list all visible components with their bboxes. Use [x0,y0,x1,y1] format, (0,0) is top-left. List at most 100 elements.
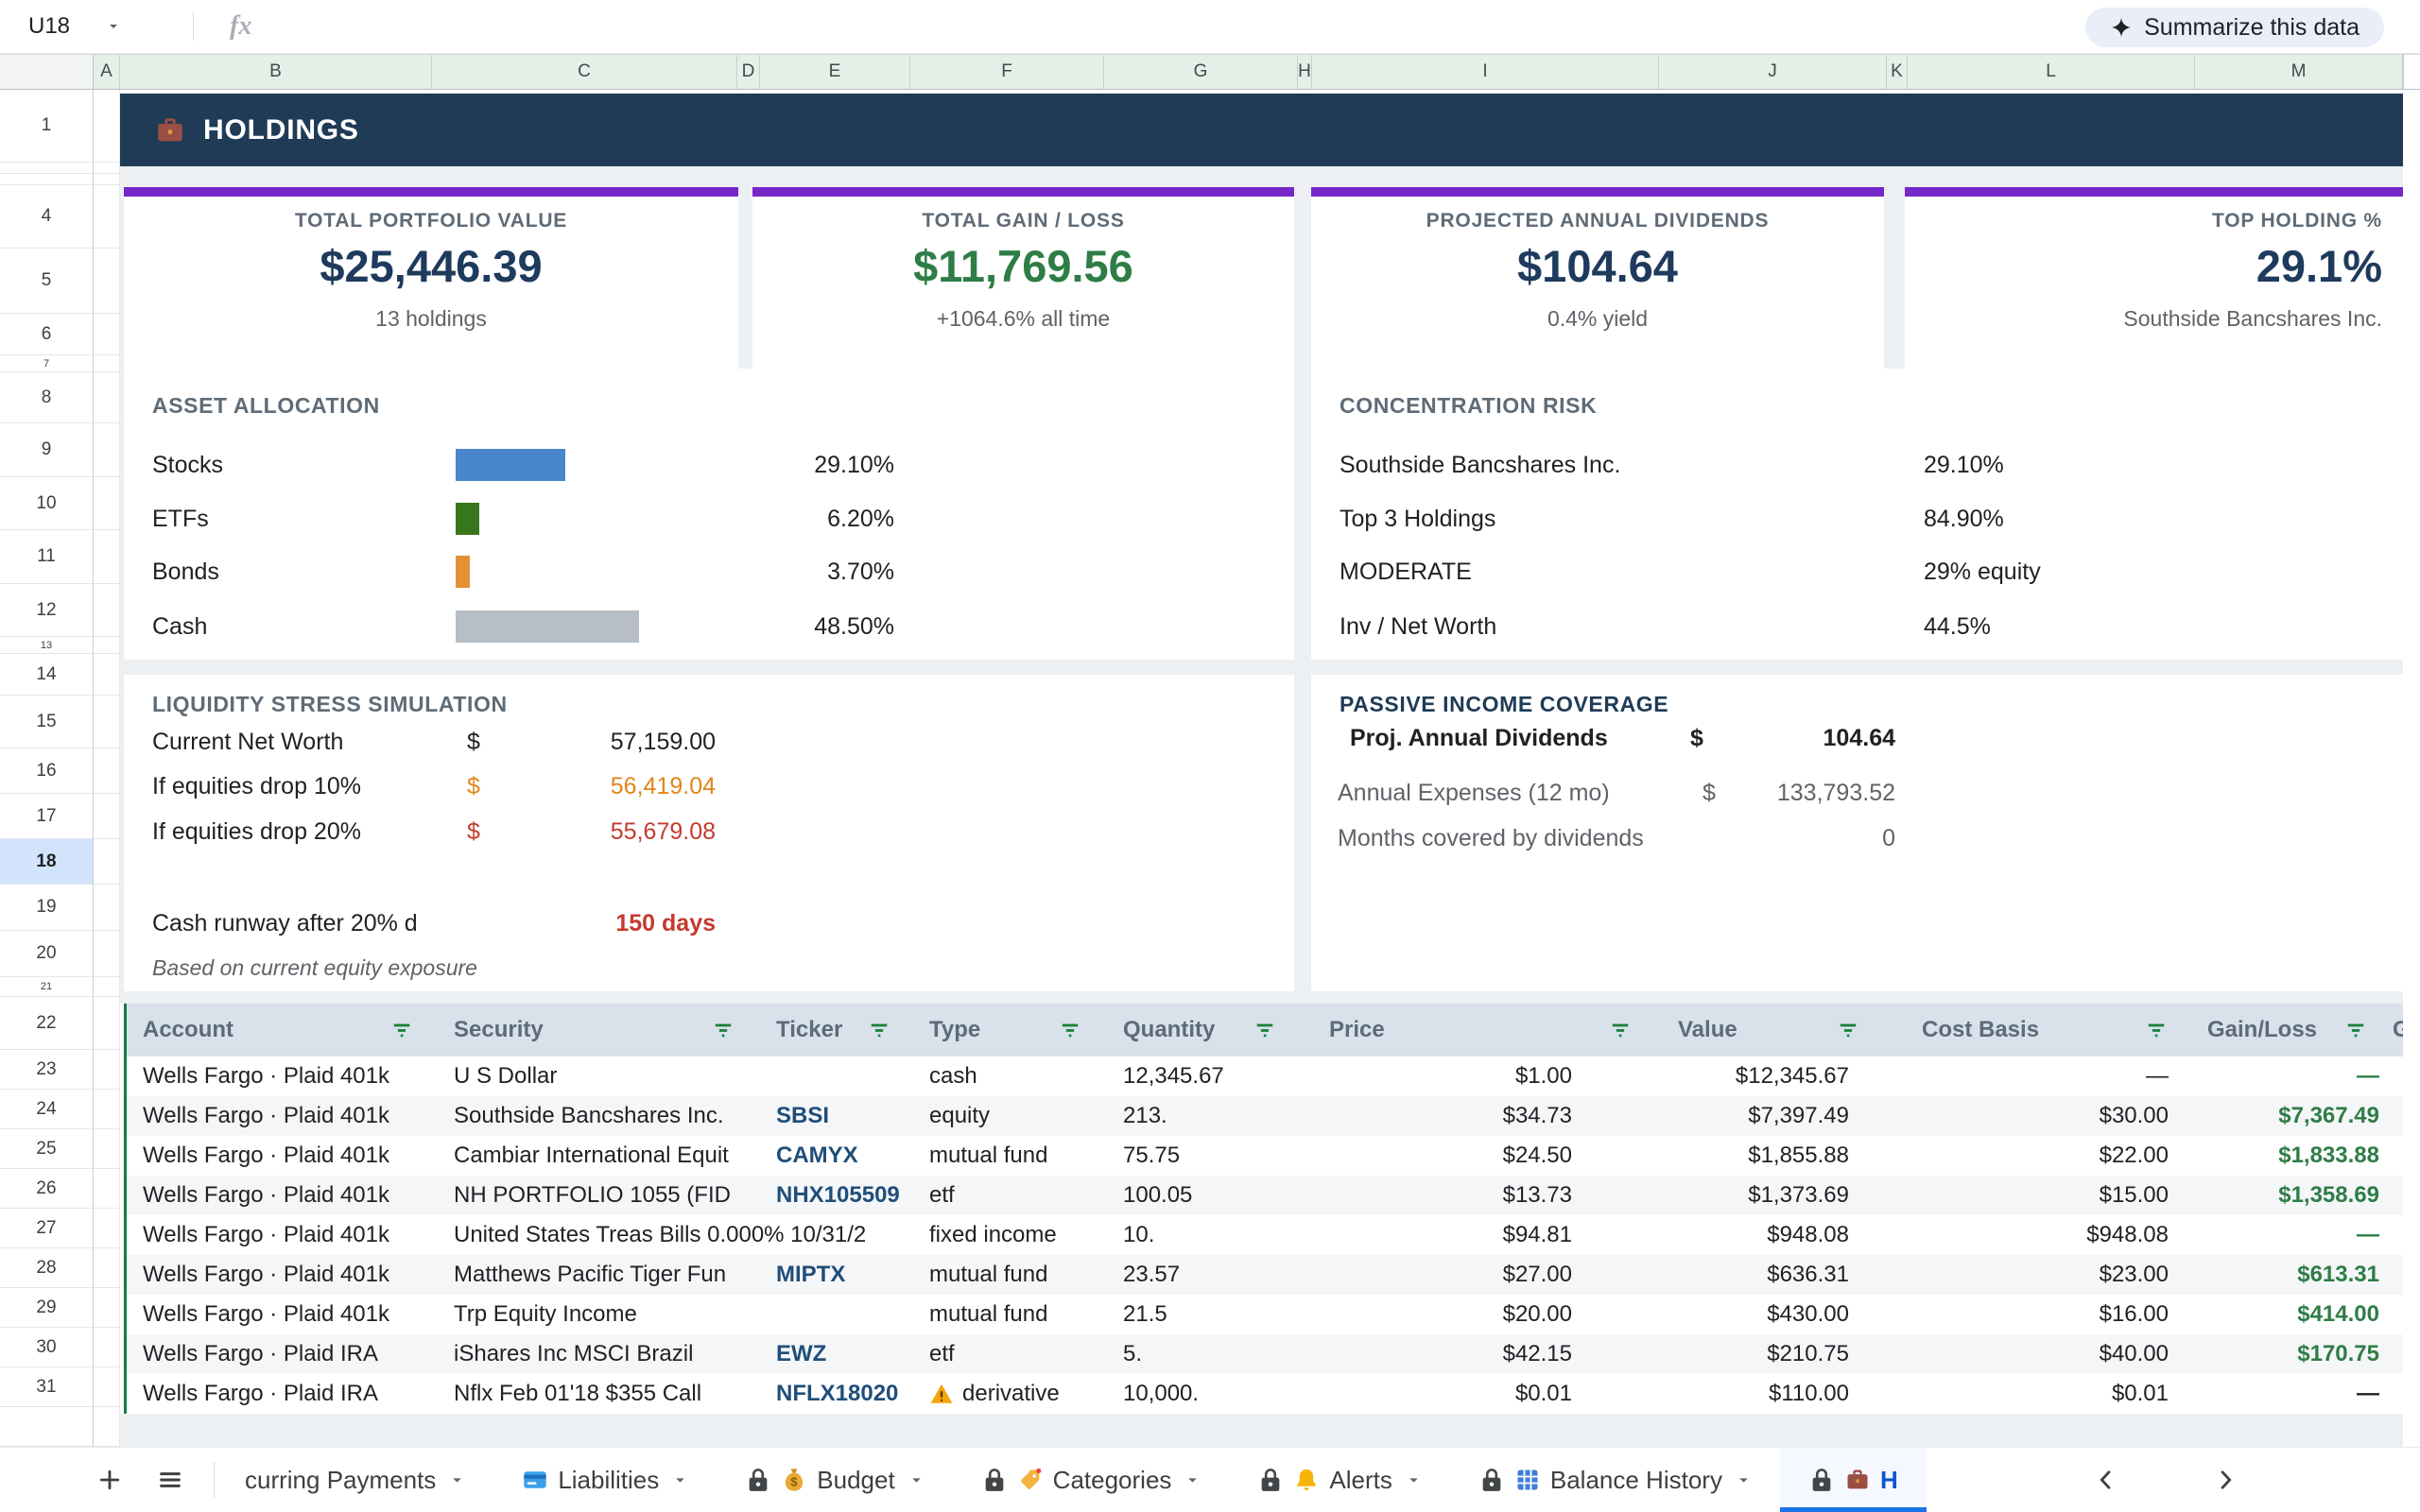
filter-icon[interactable] [2146,1020,2167,1040]
table-row[interactable]: Wells Fargo · Plaid 401k Cambiar Interna… [127,1136,2403,1176]
sheet-tab-liabilities[interactable]: Liabilities [493,1448,717,1512]
chevron-down-icon[interactable] [449,1472,465,1488]
column-header-row: ABCDEFGHIJKLM [0,54,2420,90]
name-box[interactable]: U18 [0,13,180,40]
column-header-value[interactable]: Value [1657,1004,1885,1057]
panel-title: PASSIVE INCOME COVERAGE [1340,692,1668,717]
filter-icon[interactable] [1610,1020,1631,1040]
column-header-M[interactable]: M [2195,55,2403,89]
sheet-tab-categories[interactable]: Categories [953,1448,1230,1512]
sheet-tab-alerts[interactable]: Alerts [1229,1448,1449,1512]
liquidity-stress-panel: LIQUIDITY STRESS SIMULATION Current Net … [124,675,1294,991]
fx-icon: fx [230,11,251,42]
passive-value: 0 [1621,825,1895,852]
gain-loss-cell: $1,833.88 [2193,1136,2393,1176]
filter-icon[interactable] [2345,1020,2366,1040]
column-header-G[interactable]: G [1104,55,1298,89]
chevron-down-icon[interactable] [106,19,121,34]
column-header-E[interactable]: E [760,55,910,89]
table-row[interactable]: Wells Fargo · Plaid 401k United States T… [127,1215,2403,1255]
briefcase-icon [154,114,186,146]
select-all-corner[interactable] [0,55,94,89]
chevron-down-icon[interactable] [1184,1472,1201,1488]
value-cell: $948.08 [1657,1215,1885,1255]
column-header-I[interactable]: I [1312,55,1659,89]
table-row[interactable]: Wells Fargo · Plaid IRA Nflx Feb 01'18 $… [127,1374,2403,1414]
quantity-cell: 23.57 [1107,1255,1302,1295]
allocation-bar [456,610,639,643]
all-sheets-button[interactable] [151,1461,189,1499]
value-cell: $430.00 [1657,1295,1885,1334]
table-row[interactable]: Wells Fargo · Plaid 401k Southside Bancs… [127,1096,2403,1136]
filter-icon[interactable] [391,1020,412,1040]
kpi-label: TOP HOLDING % [2212,210,2382,232]
filter-icon[interactable] [713,1020,734,1040]
column-header-K[interactable]: K [1887,55,1908,89]
column-header-A[interactable]: A [94,55,120,89]
chevron-left-icon[interactable] [2087,1461,2125,1499]
sheet-tab-bar: curring Payments Liabilities $BudgetCatego… [0,1447,2420,1512]
risk-value: 29% equity [1924,558,2041,586]
add-sheet-button[interactable] [91,1461,129,1499]
column-header-H[interactable]: H [1298,55,1312,89]
chevron-right-icon[interactable] [2206,1461,2244,1499]
sheet-tab-holdings[interactable]: H [1780,1448,1927,1512]
kpi-value: $104.64 [1517,240,1678,293]
kpi-card-top-holding-pct: TOP HOLDING % 29.1% Southside Bancshares… [1905,187,2403,369]
allocation-row: ETFs 6.20% [152,500,1266,538]
table-row[interactable]: Wells Fargo · Plaid 401k Trp Equity Inco… [127,1295,2403,1334]
quantity-cell: 5. [1107,1334,1302,1374]
column-header-J[interactable]: J [1659,55,1887,89]
kpi-label: PROJECTED ANNUAL DIVIDENDS [1426,210,1770,232]
passive-label: Proj. Annual Dividends [1350,725,1608,752]
risk-row: MODERATE 29% equity [1340,553,2375,591]
column-header-L[interactable]: L [1908,55,2195,89]
table-row[interactable]: Wells Fargo · Plaid IRA iShares Inc MSCI… [127,1334,2403,1374]
allocation-pct: 6.20% [757,506,894,533]
ticker-cell: EWZ [760,1334,916,1374]
column-header-B[interactable]: B [120,55,432,89]
quantity-cell: 100.05 [1107,1176,1302,1215]
sheet-tab-budget[interactable]: $Budget [717,1448,952,1512]
risk-label: MODERATE [1340,558,1472,586]
column-header-C[interactable]: C [432,55,737,89]
column-label: Type [929,1017,980,1043]
clipped-cell [2393,1215,2403,1255]
security-cell: U S Dollar [439,1057,760,1096]
gain-loss-cell: — [2193,1215,2393,1255]
allocation-label: ETFs [152,506,209,533]
column-label: Ticker [776,1017,842,1043]
filter-icon[interactable] [1254,1020,1275,1040]
ticker-cell [760,1057,916,1096]
chevron-down-icon[interactable] [1736,1472,1752,1488]
column-header-price[interactable]: Price [1302,1004,1657,1057]
price-cell: $20.00 [1302,1295,1657,1334]
type-label: mutual fund [929,1301,1047,1328]
allocation-row: Stocks 29.10% [152,446,1266,484]
table-row[interactable]: Wells Fargo · Plaid 401k Matthews Pacifi… [127,1255,2403,1295]
table-row[interactable]: Wells Fargo · Plaid 401k U S Dollar cash… [127,1057,2403,1096]
filter-icon[interactable] [1838,1020,1858,1040]
column-header-account[interactable]: Account [127,1004,439,1057]
column-header-quantity[interactable]: Quantity [1107,1004,1302,1057]
column-header-F[interactable]: F [910,55,1104,89]
column-header-type[interactable]: Type [916,1004,1107,1057]
column-header-security[interactable]: Security [439,1004,760,1057]
table-row[interactable]: Wells Fargo · Plaid 401k NH PORTFOLIO 10… [127,1176,2403,1215]
account-cell: Wells Fargo · Plaid 401k [127,1136,439,1176]
column-header-D[interactable]: D [737,55,760,89]
chevron-down-icon[interactable] [1406,1472,1422,1488]
summarize-data-button[interactable]: Summarize this data [2085,8,2384,47]
price-cell: $42.15 [1302,1334,1657,1374]
tab-label: Liabilities [558,1466,659,1495]
column-header-cost-basis[interactable]: Cost Basis [1885,1004,2193,1057]
filter-icon[interactable] [869,1020,890,1040]
filter-icon[interactable] [1060,1020,1080,1040]
chevron-down-icon[interactable] [672,1472,688,1488]
sheet-tab-balance-history[interactable]: Balance History [1450,1448,1780,1512]
sheet-tab-recurring-payments[interactable]: curring Payments [216,1448,493,1512]
kpi-caption: Southside Bancshares Inc. [2123,306,2382,332]
chevron-down-icon[interactable] [908,1472,925,1488]
column-header-ticker[interactable]: Ticker [760,1004,916,1057]
column-header-gain-loss[interactable]: Gain/Loss [2193,1004,2393,1057]
